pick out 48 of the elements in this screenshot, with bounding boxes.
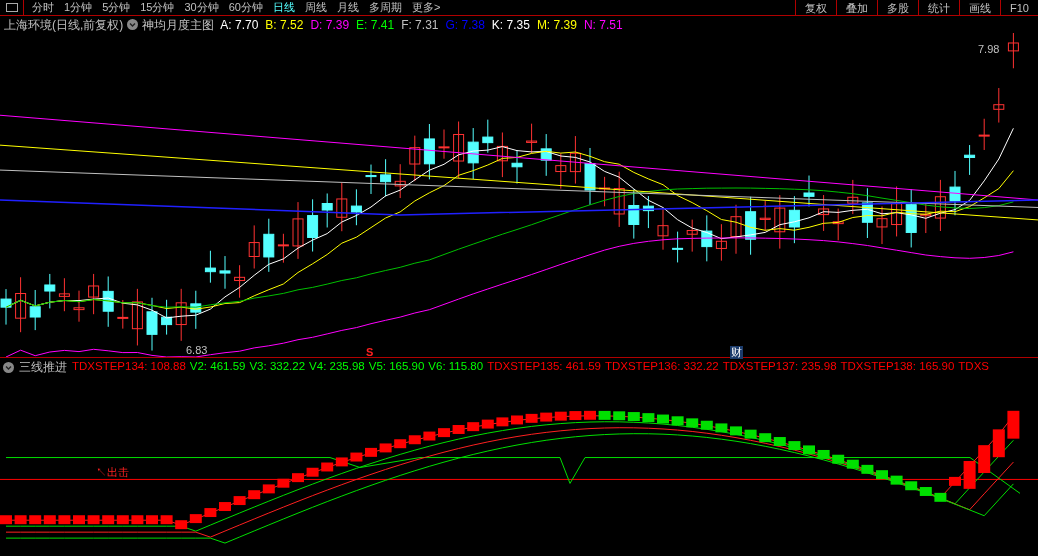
indicator-value: V6: 115.80: [428, 359, 484, 375]
toolbar-button[interactable]: 画线: [959, 0, 1001, 15]
chevron-down-icon[interactable]: [127, 19, 139, 30]
indicator-value: TDXSTEP134: 108.88: [72, 359, 186, 375]
period-tab[interactable]: 分时: [32, 0, 54, 16]
finance-info-marker[interactable]: 财: [730, 346, 743, 359]
period-tab[interactable]: 周线: [305, 0, 327, 16]
indicator-value: M: 7.39: [536, 16, 577, 34]
period-tab[interactable]: 5分钟: [102, 0, 131, 16]
indicator-value: B: 7.52: [265, 16, 304, 34]
stock-title: 上海环境(日线,前复权): [4, 16, 124, 34]
indicator-value: V4: 235.98: [309, 359, 365, 375]
high-price-label: 7.98: [978, 42, 1000, 57]
indicator-value: D: 7.39: [310, 16, 350, 34]
indicator-value: TDXS: [958, 359, 989, 375]
signal-label: ↖出击: [96, 465, 129, 480]
toolbar-button[interactable]: 多股: [877, 0, 919, 15]
indicator-value: TDXSTEP135: 461.59: [487, 359, 601, 375]
chevron-down-icon[interactable]: [3, 361, 14, 373]
indicator-value: TDXSTEP136: 332.22: [604, 359, 719, 375]
window-icon[interactable]: [5, 3, 18, 12]
indicator-value: G: 7.38: [445, 16, 485, 34]
period-tab[interactable]: 日线: [273, 0, 295, 16]
toolbar-button[interactable]: 叠加: [836, 0, 878, 15]
indicator-value: TDXSTEP138: 165.90: [840, 359, 955, 375]
indicator-value: K: 7.35: [491, 16, 530, 34]
period-tab[interactable]: 30分钟: [184, 0, 219, 16]
period-tab[interactable]: 60分钟: [228, 0, 263, 16]
indicator-name: 三线推进: [19, 359, 67, 376]
low-price-label: 6.83: [186, 343, 208, 358]
period-tab[interactable]: 多周期: [369, 0, 402, 16]
period-tab[interactable]: 1分钟: [64, 0, 93, 16]
period-tab[interactable]: 15分钟: [140, 0, 175, 16]
sell-signal-marker: S: [366, 347, 374, 358]
toolbar-button[interactable]: 统计: [918, 0, 960, 15]
indicator-value: F: 7.31: [401, 16, 439, 34]
indicator-value: V5: 165.90: [368, 359, 425, 375]
indicator-value: V2: 461.59: [189, 359, 246, 375]
toolbar-button[interactable]: 复权: [795, 0, 837, 15]
indicator-value: N: 7.51: [583, 16, 623, 34]
period-tab[interactable]: 更多>: [412, 0, 441, 16]
indicator-value: A: 7.70: [220, 16, 259, 34]
indicator-value: E: 7.41: [356, 16, 395, 34]
toolbar-button[interactable]: F10: [1000, 0, 1038, 15]
indicator-value: V3: 332.22: [249, 359, 306, 375]
indicator-value: TDXSTEP137: 235.98: [722, 359, 837, 375]
period-tab[interactable]: 月线: [337, 0, 359, 16]
indicator-name: 神均月度主图: [142, 16, 215, 34]
